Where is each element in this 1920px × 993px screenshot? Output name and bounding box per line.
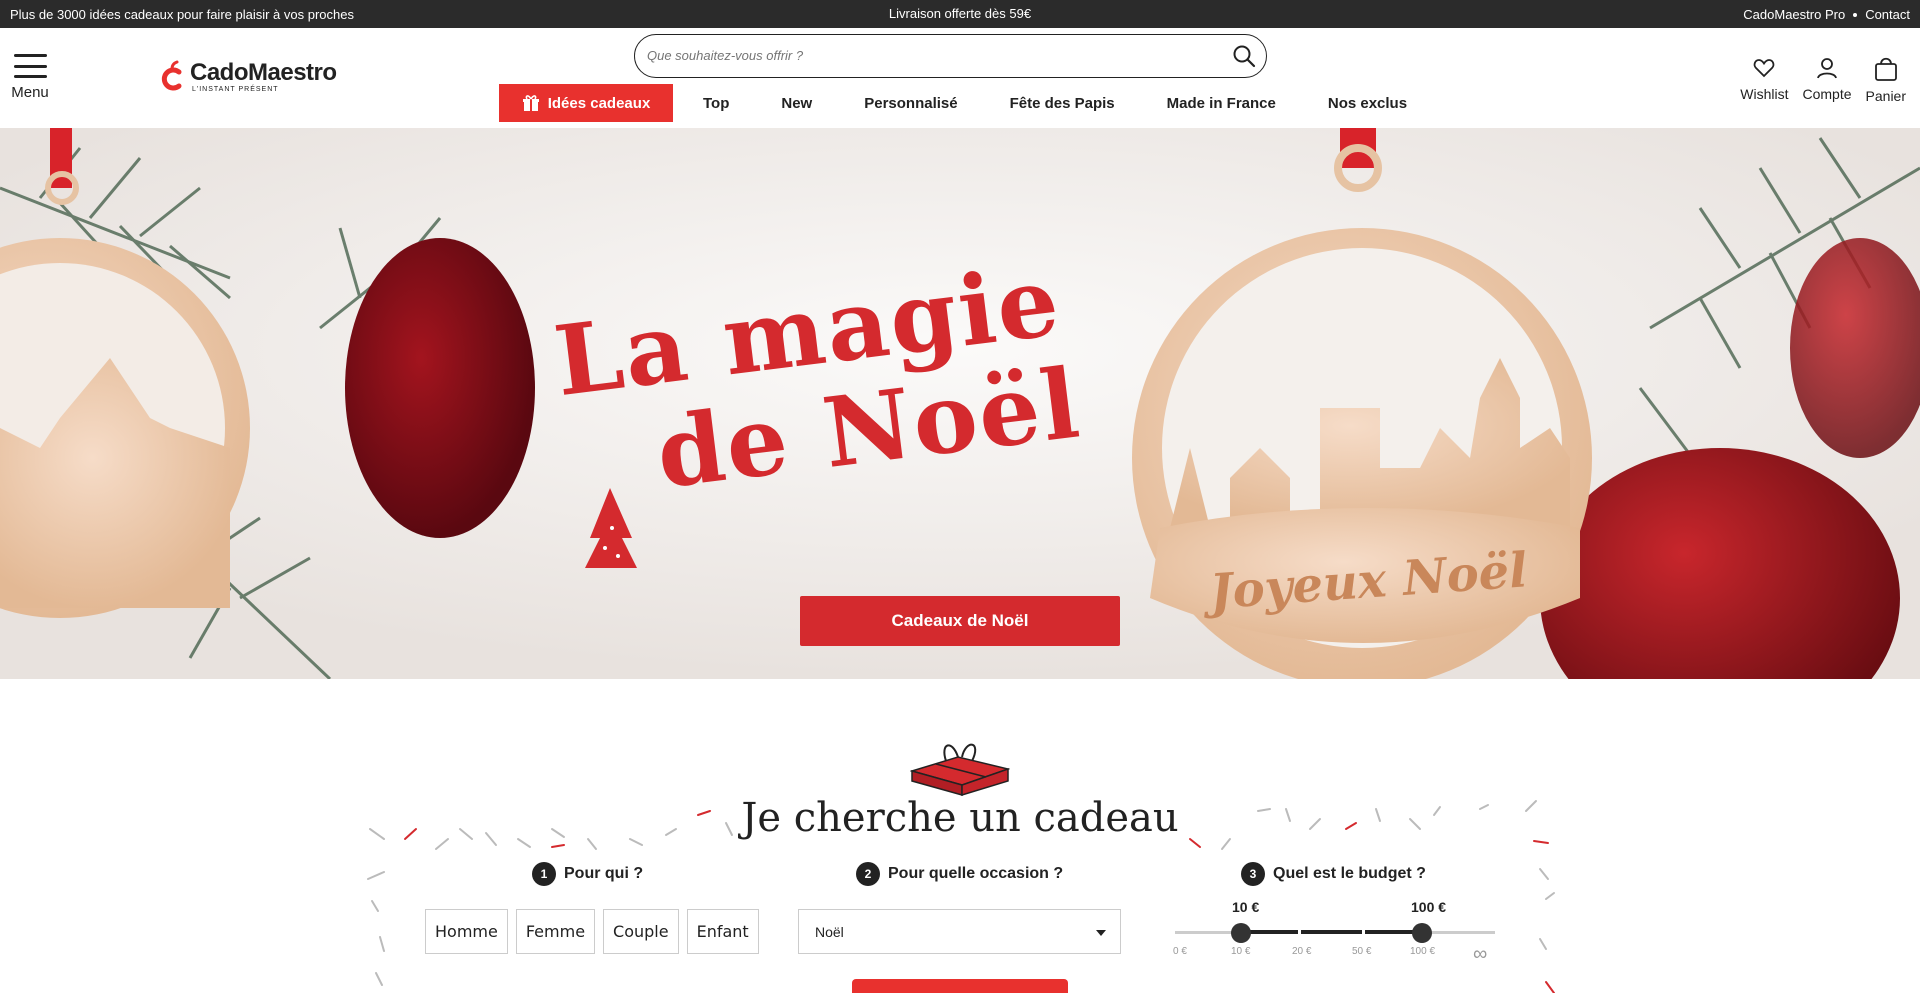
site-header: Menu CadoMaestro L'INSTANT PRÉSENT Que s… [0,28,1920,128]
hero-banner: Joyeux Noël La magie de Noël Cadeaux de … [0,128,1920,679]
budget-slider[interactable]: 10 € 100 € 0 € 10 € 20 € 50 € 100 € ∞ [1170,899,1500,969]
budget-max-value: 100 € [1411,899,1447,915]
nav-item-top[interactable]: Top [703,95,729,112]
logo-mark-icon [160,60,184,92]
occasion-select[interactable]: Noël [798,909,1121,954]
chevron-down-icon [1096,930,1106,936]
wishlist-button[interactable]: Wishlist [1740,56,1789,104]
tick-label: 0 € [1173,946,1187,957]
search-gift-button[interactable] [852,979,1068,993]
step-1-number: 1 [532,862,556,886]
nav-item-made-in-france[interactable]: Made in France [1167,95,1276,112]
recipient-options: Homme Femme Couple Enfant [425,909,759,954]
account-button[interactable]: Compte [1803,56,1852,104]
option-couple[interactable]: Couple [603,909,679,954]
gift-icon [522,95,539,111]
search-input[interactable] [647,35,1207,76]
hamburger-icon [13,54,47,78]
search-icon[interactable] [1232,44,1256,68]
option-femme[interactable]: Femme [515,909,596,954]
step-1: 1 Pour qui ? [532,862,643,886]
logo-tagline: L'INSTANT PRÉSENT [192,86,279,93]
heart-icon [1754,59,1775,78]
step-2-number: 2 [856,862,880,886]
gift-box-icon [910,743,1010,797]
nav-item-fete-des-papis[interactable]: Fête des Papis [1010,95,1115,112]
pro-link[interactable]: CadoMaestro Pro [1743,7,1845,22]
slider-range [1241,930,1422,934]
search-bar [634,34,1267,78]
promo-text: Plus de 3000 idées cadeaux pour faire pl… [10,7,354,22]
menu-label: Menu [11,84,49,101]
account-label: Compte [1802,86,1852,102]
contact-link[interactable]: Contact [1865,7,1910,22]
christmas-gifts-button[interactable]: Cadeaux de Noël [800,596,1120,646]
step-3-number: 3 [1241,862,1265,886]
menu-button[interactable]: Menu [10,54,50,101]
cart-label: Panier [1865,88,1906,104]
nav-item-new[interactable]: New [781,95,812,112]
occasion-value: Noël [815,923,844,940]
tick-label: 10 € [1231,946,1251,957]
slider-max-handle[interactable] [1412,923,1432,943]
finder-title: Je cherche un cadeau [741,795,1179,841]
separator-dot [1853,12,1858,17]
logo-name: CadoMaestro [190,59,337,86]
user-icon [1817,58,1837,79]
step-1-label: Pour qui ? [564,865,644,882]
tick-label: 100 € [1410,946,1436,957]
infinity-label: ∞ [1473,943,1488,965]
bag-icon [1874,57,1897,81]
step-2: 2 Pour quelle occasion ? [856,862,1063,886]
tick-label: 20 € [1292,946,1312,957]
logo[interactable]: CadoMaestro L'INSTANT PRÉSENT [160,60,337,93]
gift-ideas-button[interactable]: Idées cadeaux [499,84,673,122]
header-actions: Wishlist Compte Panier [1740,56,1906,104]
gift-ideas-label: Idées cadeaux [547,94,651,112]
wishlist-label: Wishlist [1740,86,1789,102]
option-enfant[interactable]: Enfant [686,909,759,954]
announcement-bar: Plus de 3000 idées cadeaux pour faire pl… [0,0,1920,28]
shipping-text: Livraison offerte dès 59€ [888,6,1032,21]
main-nav: Idées cadeaux Top New Personnalisé Fête … [499,84,1407,122]
tick-label: 50 € [1352,946,1372,957]
nav-item-nos-exclus[interactable]: Nos exclus [1328,95,1407,112]
step-2-label: Pour quelle occasion ? [888,865,1064,882]
slider-min-handle[interactable] [1231,923,1251,943]
option-homme[interactable]: Homme [425,909,508,954]
step-3: 3 Quel est le budget ? [1241,862,1426,886]
step-3-label: Quel est le budget ? [1273,865,1426,882]
gift-finder: Je cherche un cadeau 1 Pour qui ? 2 Pour… [0,679,1920,993]
cart-button[interactable]: Panier [1866,56,1906,104]
nav-item-personnalise[interactable]: Personnalisé [864,95,957,112]
budget-min-value: 10 € [1232,899,1260,915]
